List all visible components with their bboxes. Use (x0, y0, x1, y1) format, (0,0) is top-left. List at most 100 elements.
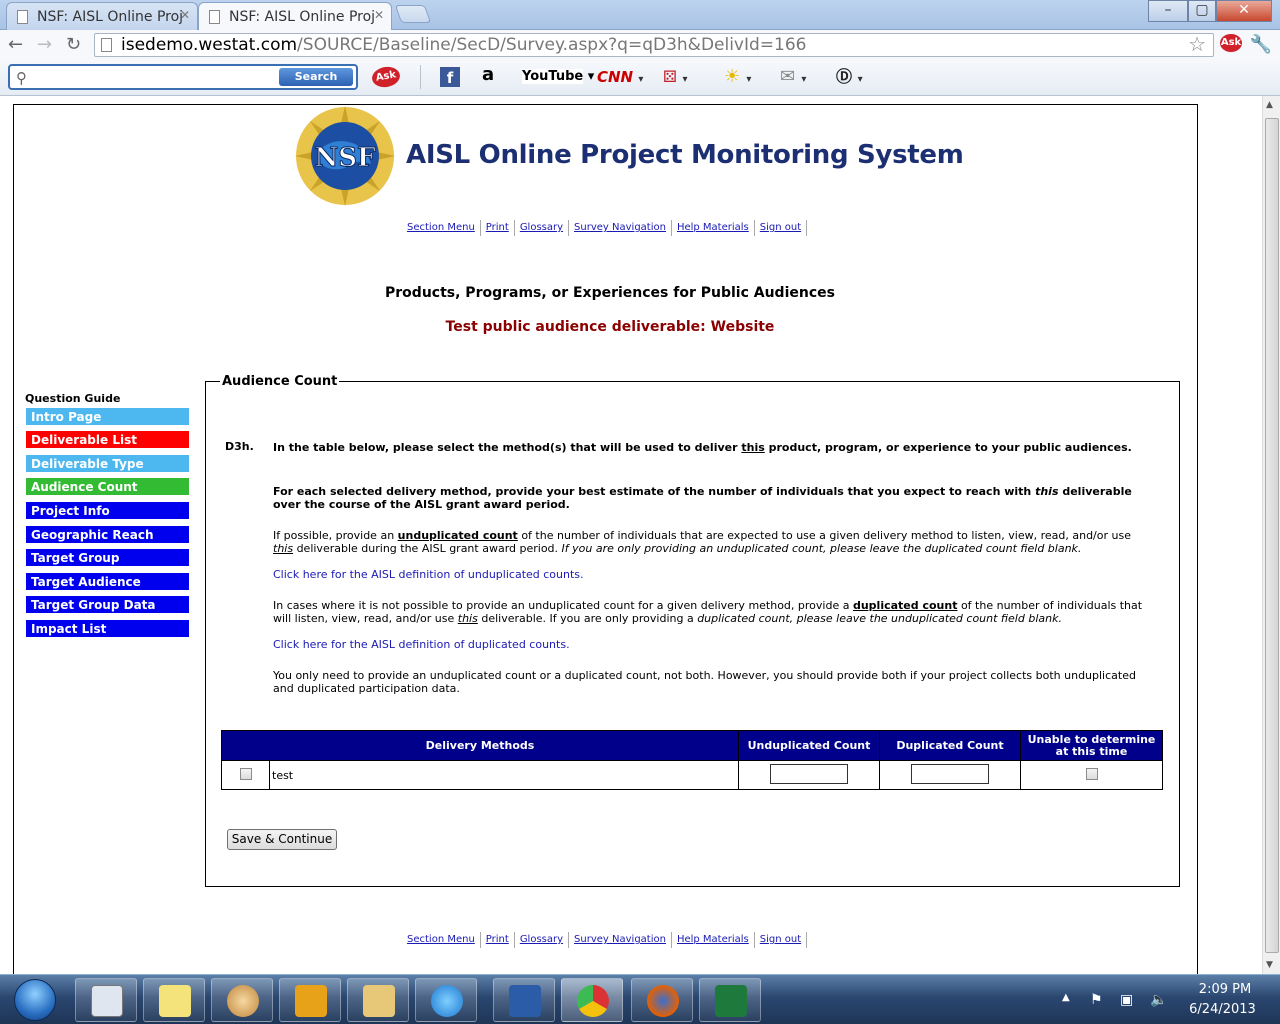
address-bar[interactable]: isedemo.westat.com/SOURCE/Baseline/SecD/… (94, 33, 1214, 57)
save-continue-button[interactable]: Save & Continue (227, 829, 337, 850)
wrench-menu-icon[interactable]: 🔧 (1250, 34, 1272, 55)
ask-icon[interactable]: Ask (370, 64, 402, 90)
question-guide-item-deliverable-type[interactable]: Deliverable Type (25, 454, 190, 473)
amazon-icon[interactable]: a (482, 65, 494, 89)
instruction-3: If possible, provide an unduplicated cou… (273, 529, 1153, 555)
question-guide-item-geographic-reach[interactable]: Geographic Reach (25, 525, 190, 544)
duplicated-cell (879, 760, 1021, 790)
excel-app-icon[interactable] (699, 978, 761, 1022)
sticky-notes-app-icon[interactable] (143, 978, 205, 1022)
text: If possible, provide an (273, 529, 398, 542)
unduplicated-count-input[interactable] (770, 763, 848, 784)
question-guide-item-impact-list[interactable]: Impact List (25, 619, 190, 638)
text: In cases where it is not possible to pro… (273, 599, 853, 612)
unable-to-determine-checkbox[interactable] (1085, 767, 1098, 780)
url-host: isedemo.westat.com (121, 35, 298, 55)
bookmark-star-icon[interactable]: ☆ (1188, 32, 1206, 56)
games-icon[interactable]: ⚄ ▾ (663, 65, 688, 89)
text: If you are only providing an unduplicate… (561, 542, 1082, 555)
cnn-icon[interactable]: CNN ▾ (597, 65, 643, 89)
method-select-checkbox[interactable] (239, 767, 252, 780)
nav-section-menu[interactable]: Section Menu (402, 220, 481, 236)
facebook-icon[interactable]: f (440, 67, 460, 87)
browser-tab-2[interactable]: NSF: AISL Online Proj ✕ (198, 2, 392, 31)
question-guide-item-target-audience[interactable]: Target Audience (25, 572, 190, 591)
question-guide-item-project-info[interactable]: Project Info (25, 501, 190, 520)
nav-sign-out[interactable]: Sign out (755, 220, 808, 236)
ask-extension-icon[interactable]: Ask (1220, 34, 1242, 52)
volume-icon[interactable]: 🔈 (1150, 992, 1167, 1008)
question-guide-item-audience-count[interactable]: Audience Count (25, 477, 190, 496)
word-app-icon[interactable] (493, 978, 555, 1022)
top-nav: Section Menu Print Glossary Survey Navigati… (402, 220, 808, 236)
duplicated-count-input[interactable] (911, 763, 989, 784)
firefox-app-icon[interactable] (631, 978, 693, 1022)
youtube-icon[interactable]: YouTube ▾ (522, 65, 594, 89)
logo-text: NSF (314, 143, 376, 173)
minimize-button[interactable]: – (1148, 0, 1188, 22)
nav-glossary[interactable]: Glossary (515, 932, 570, 948)
nav-help-materials[interactable]: Help Materials (672, 932, 755, 948)
question-guide-item-target-group[interactable]: Target Group (25, 548, 190, 567)
question-guide-item-intro-page[interactable]: Intro Page (25, 407, 190, 426)
question-guide-item-target-group-data[interactable]: Target Group Data (25, 595, 190, 614)
scroll-down-arrow-icon[interactable]: ▼ (1266, 960, 1273, 970)
mail-icon[interactable]: ✉ ▾ (780, 65, 806, 89)
text: unduplicated count (397, 529, 518, 542)
scroll-thumb[interactable] (1265, 118, 1279, 953)
network-icon[interactable]: ▣ (1120, 992, 1133, 1008)
task-manager-app-icon[interactable] (75, 978, 137, 1022)
nav-section-menu[interactable]: Section Menu (402, 932, 481, 948)
nav-survey-navigation[interactable]: Survey Navigation (569, 932, 672, 948)
select-cell (221, 760, 270, 790)
page-icon (17, 10, 28, 24)
vertical-scrollbar[interactable]: ▲ ▼ (1262, 96, 1280, 974)
cnn-label: CNN (597, 68, 634, 86)
nav-sign-out[interactable]: Sign out (755, 932, 808, 948)
header-unable-to-determine: Unable to determine at this time (1020, 730, 1163, 761)
dictionary-icon[interactable]: Ⓓ ▾ (836, 65, 863, 89)
text: this (741, 441, 765, 454)
clock-date[interactable]: 6/24/2013 (1185, 1002, 1260, 1017)
close-window-button[interactable]: ✕ (1216, 0, 1272, 22)
nav-glossary[interactable]: Glossary (515, 220, 570, 236)
close-tab-icon[interactable]: ✕ (374, 8, 384, 22)
text: deliverable. If you are only providing a (477, 612, 698, 625)
nav-print[interactable]: Print (481, 220, 515, 236)
unable-cell (1020, 760, 1163, 790)
text: this (1035, 485, 1059, 498)
nav-print[interactable]: Print (481, 932, 515, 948)
back-arrow-icon[interactable]: ← (8, 34, 23, 55)
outlook-app-icon[interactable] (279, 978, 341, 1022)
duplicated-definition-link-row: Click here for the AISL definition of du… (273, 638, 1153, 651)
browser-tab-1[interactable]: NSF: AISL Online Proj ✕ (6, 2, 198, 30)
search-icon: ⚲ (16, 69, 27, 87)
question-guide-item-deliverable-list[interactable]: Deliverable List (25, 430, 190, 449)
text: For each selected delivery method, provi… (273, 485, 1036, 498)
internet-explorer-app-icon[interactable] (415, 978, 477, 1022)
unduplicated-definition-link[interactable]: Click here for the AISL definition of un… (273, 568, 584, 581)
new-tab-button[interactable] (394, 5, 432, 23)
start-button[interactable] (14, 979, 56, 1021)
url-path: /SOURCE/Baseline/SecD/Survey.aspx?q=qD3h… (297, 35, 807, 55)
reload-icon[interactable]: ↻ (66, 34, 81, 55)
nav-survey-navigation[interactable]: Survey Navigation (569, 220, 672, 236)
show-hidden-icons-icon[interactable]: ▲ (1062, 992, 1070, 1003)
duplicated-definition-link[interactable]: Click here for the AISL definition of du… (273, 638, 570, 651)
nav-help-materials[interactable]: Help Materials (672, 220, 755, 236)
scroll-up-arrow-icon[interactable]: ▲ (1266, 100, 1273, 110)
forward-arrow-icon[interactable]: → (37, 34, 52, 55)
chrome-app-icon[interactable] (561, 978, 623, 1022)
close-tab-icon[interactable]: ✕ (180, 8, 190, 22)
delivery-methods-table: Delivery Methods Unduplicated Count Dupl… (221, 730, 1163, 790)
weather-icon[interactable]: ☀ ▾ (724, 65, 751, 89)
clock-time[interactable]: 2:09 PM (1190, 982, 1260, 997)
maximize-button[interactable]: ▢ (1188, 0, 1216, 22)
explorer-app-icon[interactable] (347, 978, 409, 1022)
ask-search-box[interactable]: ⚲ Search (8, 64, 358, 90)
ask-search-button[interactable]: Search (279, 68, 353, 86)
action-center-flag-icon[interactable]: ⚑ (1090, 992, 1103, 1008)
text: duplicated count (852, 599, 958, 612)
paint-app-icon[interactable] (211, 978, 273, 1022)
nsf-logo: NSF (295, 106, 395, 206)
